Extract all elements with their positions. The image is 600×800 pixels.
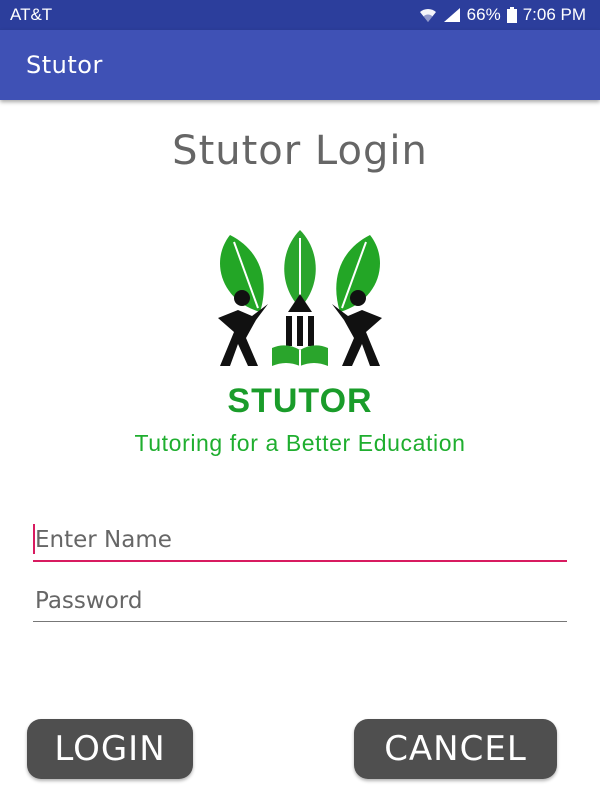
logo-tagline: Tutoring for a Better Education xyxy=(134,430,466,456)
password-input[interactable] xyxy=(33,580,567,622)
status-bar-right: 66% 7:06 PM xyxy=(419,5,586,25)
status-bar: AT&T 66% 7:06 PM xyxy=(0,0,600,30)
app-title: Stutor xyxy=(26,51,103,79)
text-cursor xyxy=(33,524,35,554)
carrier-label: AT&T xyxy=(10,5,53,24)
status-time: 7:06 PM xyxy=(522,5,586,24)
signal-icon xyxy=(443,8,460,22)
page-title: Stutor Login xyxy=(172,128,428,174)
logo-wordmark: STUTOR xyxy=(227,382,373,420)
wifi-icon xyxy=(419,8,436,22)
name-input[interactable] xyxy=(33,520,567,562)
battery-icon xyxy=(506,7,517,23)
app-bar: Stutor xyxy=(0,30,600,100)
login-button[interactable]: LOGIN xyxy=(27,719,193,779)
battery-percent: 66% xyxy=(466,5,501,24)
cancel-button[interactable]: CANCEL xyxy=(354,719,557,779)
